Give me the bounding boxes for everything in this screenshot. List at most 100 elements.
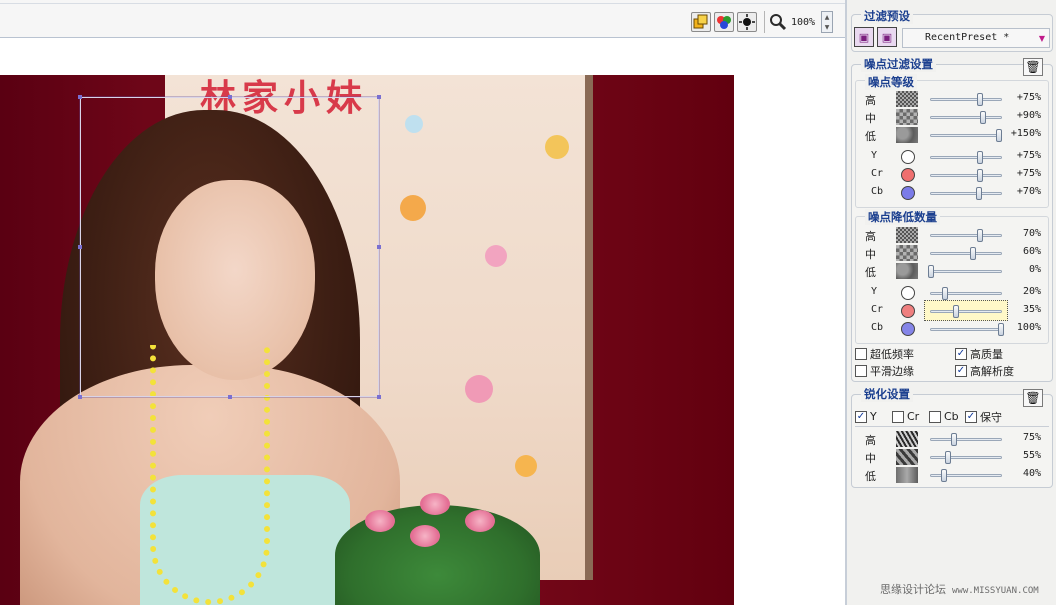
checkbox-empty-icon[interactable] <box>892 410 904 423</box>
slider-track[interactable] <box>930 433 1002 446</box>
slider-track[interactable] <box>930 187 1002 200</box>
checkbox-empty-icon[interactable] <box>855 347 867 360</box>
selection-handle[interactable] <box>78 245 82 249</box>
slider-track[interactable] <box>930 229 1002 242</box>
slider-thumb[interactable] <box>952 305 959 318</box>
photo-bouquet <box>335 493 540 605</box>
option-checkbox[interactable]: ✓ 高质量 <box>955 346 1003 361</box>
slider-row: Cb 100% <box>861 321 1051 337</box>
slider-row: 低 0% <box>861 263 1051 279</box>
option-checkbox[interactable]: 平滑边缘 <box>855 363 914 378</box>
slider-thumb[interactable] <box>970 247 976 260</box>
slider-thumb[interactable] <box>998 323 1004 336</box>
trash-icon[interactable]: 🗑 <box>1023 58 1043 76</box>
slider-thumb[interactable] <box>977 169 983 182</box>
slider-value: 35% <box>1022 304 1041 315</box>
selection-handle[interactable] <box>78 395 82 399</box>
slider-value: 20% <box>1022 286 1041 297</box>
poster-flower <box>405 115 423 133</box>
selection-handle[interactable] <box>377 395 381 399</box>
slider-thumb[interactable] <box>977 93 983 106</box>
layers-icon[interactable] <box>691 12 711 32</box>
selection-rectangle[interactable] <box>78 95 381 399</box>
slider-track[interactable] <box>930 451 1002 464</box>
slider-row: 低 +150% <box>861 127 1051 143</box>
slider-row: Y 20% <box>861 285 1051 301</box>
preset-dropdown[interactable]: RecentPreset * ▼ <box>902 28 1050 48</box>
slider-track[interactable] <box>930 305 1002 318</box>
checkbox-checked-icon[interactable]: ✓ <box>965 410 977 423</box>
slider-value: +75% <box>1016 168 1041 179</box>
slider-label: 中 <box>865 112 876 125</box>
slider-thumb[interactable] <box>940 469 947 482</box>
preset-title: 过滤预设 <box>861 8 913 24</box>
slider-track[interactable] <box>928 265 1002 278</box>
zoom-up-icon[interactable]: ▲ <box>825 14 830 21</box>
zoom-down-icon[interactable]: ▼ <box>825 24 830 31</box>
toolbar-divider <box>0 3 845 4</box>
slider-track[interactable] <box>930 111 1002 124</box>
slider-track[interactable] <box>930 129 1002 142</box>
selection-handle[interactable] <box>78 95 82 99</box>
slider-thumb[interactable] <box>995 129 1002 142</box>
slider-label: 高 <box>865 94 876 107</box>
slider-row: 中 +90% <box>861 109 1051 125</box>
checkbox-empty-icon[interactable] <box>929 410 941 423</box>
slider-thumb[interactable] <box>979 111 986 124</box>
noise-pattern-icon <box>896 467 918 483</box>
zoom-spinner[interactable]: ▲ ▼ <box>821 11 834 33</box>
save-as-preset-icon[interactable]: ▣ <box>877 27 897 47</box>
slider-thumb[interactable] <box>928 265 934 278</box>
save-preset-icon[interactable]: ▣ <box>854 27 874 47</box>
checkbox-checked-icon[interactable]: ✓ <box>955 347 967 360</box>
slider-row: Y +75% <box>861 149 1051 165</box>
slider-value: +70% <box>1016 186 1041 197</box>
slider-label: Cb <box>871 322 884 333</box>
slider-thumb[interactable] <box>942 287 948 300</box>
option-checkbox[interactable]: ✓ 保守 <box>965 409 1002 424</box>
slider-track[interactable] <box>930 151 1002 164</box>
zoom-icon[interactable] <box>769 13 787 31</box>
selection-handle[interactable] <box>377 95 381 99</box>
bouquet-bloom <box>420 493 450 515</box>
slider-track[interactable] <box>930 93 1002 106</box>
slider-track[interactable] <box>930 247 1002 260</box>
slider-row: 高 75% <box>861 431 1051 447</box>
slider-label: 低 <box>865 470 876 483</box>
slider-value: 60% <box>1022 246 1041 257</box>
slider-thumb[interactable] <box>977 229 983 242</box>
slider-row: 低 40% <box>861 467 1051 483</box>
selection-handle[interactable] <box>228 395 232 399</box>
trash-icon[interactable]: 🗑 <box>1023 389 1043 407</box>
sun-settings-icon[interactable] <box>737 12 757 32</box>
slider-track[interactable] <box>930 287 1002 300</box>
option-label: 高质量 <box>970 347 1003 361</box>
slider-row: 高 70% <box>861 227 1051 243</box>
checkbox-empty-icon[interactable] <box>855 364 867 377</box>
slider-thumb[interactable] <box>977 151 983 164</box>
checkbox-checked-icon[interactable]: ✓ <box>855 410 867 423</box>
option-checkbox[interactable]: Cr <box>892 409 919 424</box>
color-balls-icon[interactable] <box>714 12 734 32</box>
slider-label: 高 <box>865 230 876 243</box>
selection-handle[interactable] <box>228 95 232 99</box>
slider-thumb[interactable] <box>951 433 958 446</box>
noise-filter-title: 噪点过滤设置 <box>861 56 936 72</box>
selection-handle[interactable] <box>377 245 381 249</box>
channel-color-icon <box>901 286 915 300</box>
option-checkbox[interactable]: 超低频率 <box>855 346 914 361</box>
chevron-down-icon[interactable]: ▼ <box>1039 34 1045 43</box>
checkbox-checked-icon[interactable]: ✓ <box>955 364 967 377</box>
slider-thumb[interactable] <box>975 187 982 200</box>
slider-track[interactable] <box>930 169 1002 182</box>
slider-label: Cr <box>871 304 884 315</box>
slider-thumb[interactable] <box>944 451 951 464</box>
option-checkbox[interactable]: ✓ Y <box>855 409 877 424</box>
slider-label: 高 <box>865 434 876 447</box>
option-checkbox[interactable]: ✓ 高解析度 <box>955 363 1014 378</box>
slider-track[interactable] <box>930 469 1002 482</box>
noise-pattern-icon <box>896 227 918 243</box>
slider-track[interactable] <box>930 323 1004 336</box>
option-checkbox[interactable]: Cb <box>929 409 959 424</box>
noise-pattern-icon <box>896 449 918 465</box>
